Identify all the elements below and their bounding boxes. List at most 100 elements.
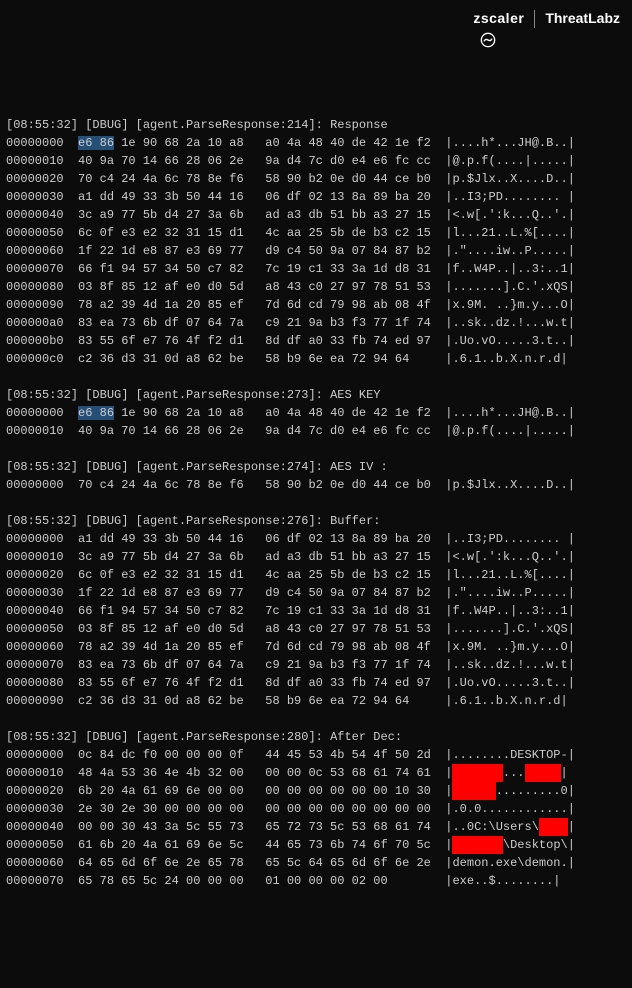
hex-ascii: |..sk..dz.!...w.t| — [445, 316, 575, 330]
hex-bytes: a1 dd 49 33 3b 50 44 16 06 df 02 13 8a 8… — [78, 190, 431, 204]
hex-offset: 00000050 — [6, 226, 64, 240]
blank-line — [6, 368, 626, 386]
log-message: : AES KEY — [316, 388, 381, 402]
log-timestamp: [08:55:32] — [6, 388, 78, 402]
redacted-text: XXXXX — [525, 764, 561, 782]
hex-bytes: a1 dd 49 33 3b 50 44 16 06 df 02 13 8a 8… — [78, 532, 431, 546]
hex-ascii: |l...21..L.%[....| — [445, 226, 575, 240]
hex-row: 00000060 64 65 6d 6f 6e 2e 65 78 65 5c 6… — [6, 854, 626, 872]
brand-header: zscaler ThreatLabz — [447, 8, 620, 29]
hex-bytes: 61 6b 20 4a 61 69 6e 5c 44 65 73 6b 74 6… — [78, 838, 431, 852]
hex-row: 00000000 0c 84 dc f0 00 00 00 0f 44 45 5… — [6, 746, 626, 764]
brand-left: zscaler — [453, 8, 524, 29]
hex-highlight: e6 86 — [78, 136, 114, 150]
hex-offset: 00000060 — [6, 640, 64, 654]
hex-ascii: |demon.exe\demon.| — [445, 856, 575, 870]
hex-ascii: |XXXXXX.........0| — [445, 784, 575, 798]
hex-bytes: 83 ea 73 6b df 07 64 7a c9 21 9a b3 f3 7… — [78, 316, 431, 330]
hex-bytes: 65 78 65 5c 24 00 00 00 01 00 00 00 02 0… — [78, 874, 431, 888]
terminal-output[interactable]: [08:55:32] [DBUG] [agent.ParseResponse:2… — [0, 108, 632, 898]
hex-bytes: c2 36 d3 31 0d a8 62 be 58 b9 6e ea 72 9… — [78, 352, 431, 366]
hex-row: 00000010 40 9a 70 14 66 28 06 2e 9a d4 7… — [6, 152, 626, 170]
hex-row: 00000030 a1 dd 49 33 3b 50 44 16 06 df 0… — [6, 188, 626, 206]
hex-bytes: 3c a9 77 5b d4 27 3a 6b ad a3 db 51 bb a… — [78, 550, 431, 564]
log-level: [DBUG] — [85, 388, 128, 402]
hex-row: 00000040 00 00 30 43 3a 5c 55 73 65 72 7… — [6, 818, 626, 836]
hex-ascii: |.Uo.vO.....3.t..| — [445, 676, 575, 690]
log-source: [agent.ParseResponse:214] — [136, 118, 316, 132]
hex-offset: 00000080 — [6, 280, 64, 294]
hex-bytes: 66 f1 94 57 34 50 c7 82 7c 19 c1 33 3a 1… — [78, 262, 431, 276]
hex-bytes: 40 9a 70 14 66 28 06 2e 9a d4 7c d0 e4 e… — [78, 154, 431, 168]
hex-ascii: |....h*...JH@.B..| — [445, 406, 575, 420]
redacted-text: XXXX — [539, 818, 568, 836]
log-message: : AES IV : — [316, 460, 388, 474]
hex-ascii: |..0C:\Users\XXXX| — [445, 820, 575, 834]
hex-offset: 00000060 — [6, 244, 64, 258]
hex-ascii: |.6.1..b.X.n.r.d| — [445, 352, 567, 366]
hex-bytes: 6c 0f e3 e2 32 31 15 d1 4c aa 25 5b de b… — [78, 568, 431, 582]
hex-bytes: 6b 20 4a 61 69 6e 00 00 00 00 00 00 00 0… — [78, 784, 431, 798]
log-level: [DBUG] — [85, 460, 128, 474]
hex-ascii: |."....iw..P.....| — [445, 586, 575, 600]
hex-offset: 00000090 — [6, 298, 64, 312]
brand-right-rest: Labz — [588, 10, 620, 26]
hex-bytes: 70 c4 24 4a 6c 78 8e f6 58 90 b2 0e d0 4… — [78, 478, 431, 492]
hex-ascii: |..I3;PD........ | — [445, 190, 575, 204]
brand-left-text: zscaler — [473, 8, 524, 29]
hex-ascii: |<.w[.':k...Q..'.| — [445, 550, 575, 564]
hex-offset: 00000030 — [6, 190, 64, 204]
hex-row: 00000010 40 9a 70 14 66 28 06 2e 9a d4 7… — [6, 422, 626, 440]
hex-ascii: |f..W4P..|..3:..1| — [445, 604, 575, 618]
hex-offset: 00000010 — [6, 154, 64, 168]
hex-row: 00000060 1f 22 1d e8 87 e3 69 77 d9 c4 5… — [6, 242, 626, 260]
hex-offset: 00000000 — [6, 136, 64, 150]
hex-ascii: |x.9M. ..}m.y...O| — [445, 640, 575, 654]
hex-bytes: c2 36 d3 31 0d a8 62 be 58 b9 6e ea 72 9… — [78, 694, 431, 708]
log-message: : Response — [316, 118, 388, 132]
hex-offset: 000000a0 — [6, 316, 64, 330]
hex-offset: 00000070 — [6, 262, 64, 276]
hex-offset: 000000c0 — [6, 352, 64, 366]
log-line: [08:55:32] [DBUG] [agent.ParseResponse:2… — [6, 728, 626, 746]
hex-row: 00000000 e6 86 1e 90 68 2a 10 a8 a0 4a 4… — [6, 404, 626, 422]
hex-ascii: |l...21..L.%[....| — [445, 568, 575, 582]
hex-bytes: 40 9a 70 14 66 28 06 2e 9a d4 7c d0 e4 e… — [78, 424, 431, 438]
hex-offset: 00000020 — [6, 568, 64, 582]
hex-offset: 00000090 — [6, 694, 64, 708]
hex-bytes: 00 00 30 43 3a 5c 55 73 65 72 73 5c 53 6… — [78, 820, 431, 834]
hex-offset: 00000060 — [6, 856, 64, 870]
hex-row: 00000080 83 55 6f e7 76 4f f2 d1 8d df a… — [6, 674, 626, 692]
hex-offset: 00000010 — [6, 550, 64, 564]
hex-row: 00000050 61 6b 20 4a 61 69 6e 5c 44 65 7… — [6, 836, 626, 854]
log-message: : After Dec: — [316, 730, 402, 744]
hex-highlight: e6 86 — [78, 406, 114, 420]
log-line: [08:55:32] [DBUG] [agent.ParseResponse:2… — [6, 512, 626, 530]
hex-row: 00000050 6c 0f e3 e2 32 31 15 d1 4c aa 2… — [6, 224, 626, 242]
hex-bytes: 03 8f 85 12 af e0 d0 5d a8 43 c0 27 97 7… — [78, 280, 431, 294]
log-source: [agent.ParseResponse:273] — [136, 388, 316, 402]
hex-ascii: |p.$Jlx..X....D..| — [445, 172, 575, 186]
log-source: [agent.ParseResponse:280] — [136, 730, 316, 744]
hex-ascii: |p.$Jlx..X....D..| — [445, 478, 575, 492]
hex-ascii: |@.p.f(....|.....| — [445, 424, 575, 438]
log-message: : Buffer: — [316, 514, 381, 528]
hex-bytes: 0c 84 dc f0 00 00 00 0f 44 45 53 4b 54 4… — [78, 748, 431, 762]
hex-row: 00000030 2e 30 2e 30 00 00 00 00 00 00 0… — [6, 800, 626, 818]
hex-row: 000000b0 83 55 6f e7 76 4f f2 d1 8d df a… — [6, 332, 626, 350]
hex-bytes: 64 65 6d 6f 6e 2e 65 78 65 5c 64 65 6d 6… — [78, 856, 431, 870]
hex-offset: 00000000 — [6, 478, 64, 492]
hex-bytes: 1f 22 1d e8 87 e3 69 77 d9 c4 50 9a 07 8… — [78, 586, 431, 600]
brand-right: ThreatLabz — [545, 8, 620, 29]
hex-ascii: |.6.1..b.X.n.r.d| — [445, 694, 567, 708]
log-line: [08:55:32] [DBUG] [agent.ParseResponse:2… — [6, 386, 626, 404]
hex-offset: 00000070 — [6, 658, 64, 672]
hex-bytes: 03 8f 85 12 af e0 d0 5d a8 43 c0 27 97 7… — [78, 622, 431, 636]
hex-row: 00000070 83 ea 73 6b df 07 64 7a c9 21 9… — [6, 656, 626, 674]
hex-ascii: |.Uo.vO.....3.t..| — [445, 334, 575, 348]
hex-bytes: 83 55 6f e7 76 4f f2 d1 8d df a0 33 fb 7… — [78, 334, 431, 348]
hex-offset: 00000070 — [6, 874, 64, 888]
hex-row: 00000000 e6 86 1e 90 68 2a 10 a8 a0 4a 4… — [6, 134, 626, 152]
hex-offset: 00000040 — [6, 604, 64, 618]
hex-bytes: 83 55 6f e7 76 4f f2 d1 8d df a0 33 fb 7… — [78, 676, 431, 690]
